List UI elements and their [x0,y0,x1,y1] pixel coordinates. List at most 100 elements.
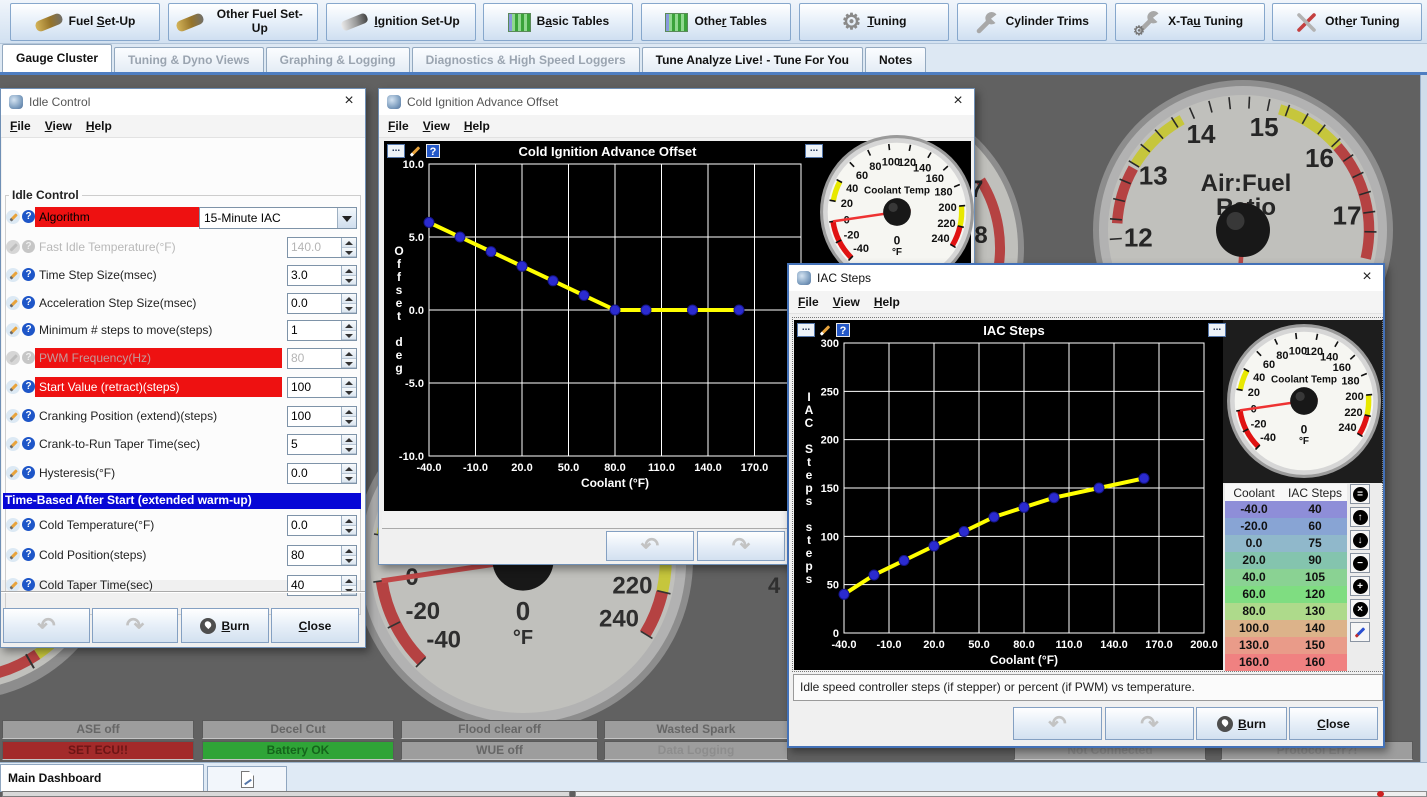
spinner-value[interactable]: 140.0 [288,238,341,257]
value-spinner[interactable]: 0.0 [287,293,357,314]
chart-options-button[interactable]: ... [387,144,405,158]
value-spinner[interactable]: 5 [287,434,357,455]
menu-help[interactable]: Help [459,117,499,135]
burn-button[interactable]: Burn [181,608,269,643]
tab-tuning-dyno-views[interactable]: Tuning & Dyno Views [114,47,264,72]
chart-edit-pencil-icon[interactable] [817,323,833,337]
spinner-value[interactable]: 0.0 [288,464,341,483]
spinner-up-icon[interactable] [342,435,356,445]
chart-edit-pencil-icon[interactable] [407,144,423,158]
chart-options-button-right[interactable]: ... [1208,323,1226,337]
value-spinner[interactable]: 3.0 [287,265,357,286]
spinner-value[interactable]: 1 [288,321,341,340]
value-spinner[interactable]: 140.0 [287,237,357,258]
close-button[interactable]: Close [271,608,359,643]
redo-button[interactable]: ↷ [697,531,785,561]
table-row[interactable]: 20.090 [1225,552,1347,569]
spinner-down-icon[interactable] [342,388,356,398]
table-equals-button[interactable]: = [1350,484,1370,504]
spinner-down-icon[interactable] [342,526,356,536]
vertical-scrollbar[interactable] [1420,75,1427,762]
algorithm-select[interactable]: 15-Minute IAC [199,207,357,229]
spinner-up-icon[interactable] [342,238,356,248]
window-title-bar[interactable]: Cold Ignition Advance Offset × [379,89,974,115]
spinner-down-icon[interactable] [342,474,356,484]
chart-help-button[interactable]: ? [426,144,440,158]
menu-view[interactable]: View [828,293,869,311]
tab-diagnostics-high-speed-loggers[interactable]: Diagnostics & High Speed Loggers [412,47,640,72]
tab-main-dashboard[interactable]: Main Dashboard [0,764,204,792]
close-button[interactable]: Close [1289,707,1378,740]
spinner-value[interactable]: 0.0 [288,516,341,535]
spinner-down-icon[interactable] [342,276,356,286]
spinner-down-icon[interactable] [342,556,356,566]
redo-button[interactable]: ↷ [92,608,178,643]
redo-button[interactable]: ↷ [1105,707,1194,740]
table-down-button[interactable]: ↓ [1350,530,1370,550]
spinner-value[interactable]: 100 [288,407,341,426]
window-title-bar[interactable]: Idle Control × [1,89,365,115]
spinner-value[interactable]: 80 [288,546,341,565]
close-icon[interactable]: × [1359,270,1375,286]
undo-button[interactable]: ↶ [1013,707,1102,740]
menu-file[interactable]: File [5,117,40,135]
spinner-down-icon[interactable] [342,359,356,369]
menu-help[interactable]: Help [869,293,909,311]
menu-help[interactable]: Help [81,117,121,135]
value-spinner[interactable]: 100 [287,377,357,398]
toolbar-button-other-tuning[interactable]: Other Tuning [1272,3,1422,41]
table-pencil-button[interactable] [1350,622,1370,642]
table-minus-button[interactable]: − [1350,553,1370,573]
value-spinner[interactable]: 100 [287,406,357,427]
table-row[interactable]: 160.0160 [1225,654,1347,671]
table-row[interactable]: 40.0105 [1225,569,1347,586]
spinner-up-icon[interactable] [342,266,356,276]
table-plus-button[interactable]: + [1350,576,1370,596]
value-spinner[interactable]: 1 [287,320,357,341]
value-spinner[interactable]: 80 [287,348,357,369]
table-row[interactable]: 100.0140 [1225,620,1347,637]
spinner-up-icon[interactable] [342,576,356,586]
undo-button[interactable]: ↶ [3,608,90,643]
burn-button[interactable]: Burn [1196,707,1287,740]
spinner-up-icon[interactable] [342,464,356,474]
menu-view[interactable]: View [418,117,459,135]
toolbar-button-other-fuel-set-up[interactable]: Other Fuel Set-Up [168,3,318,41]
spinner-up-icon[interactable] [342,349,356,359]
spinner-down-icon[interactable] [342,248,356,258]
new-dashboard-tab[interactable] [207,766,287,792]
spinner-up-icon[interactable] [342,321,356,331]
chevron-down-icon[interactable] [337,208,356,228]
table-row[interactable]: 80.0130 [1225,603,1347,620]
table-row[interactable]: 60.0120 [1225,586,1347,603]
spinner-down-icon[interactable] [342,304,356,314]
toolbar-button-ignition-set-up[interactable]: Ignition Set-Up [326,3,476,41]
undo-button[interactable]: ↶ [606,531,694,561]
spinner-value[interactable]: 5 [288,435,341,454]
tab-gauge-cluster[interactable]: Gauge Cluster [2,44,112,72]
tab-notes[interactable]: Notes [865,47,926,72]
spinner-up-icon[interactable] [342,407,356,417]
table-up-button[interactable]: ↑ [1350,507,1370,527]
close-icon[interactable]: × [341,94,357,110]
menu-file[interactable]: File [793,293,828,311]
tab-graphing-logging[interactable]: Graphing & Logging [266,47,410,72]
close-icon[interactable]: × [950,94,966,110]
table-row[interactable]: -20.060 [1225,518,1347,535]
spinner-up-icon[interactable] [342,294,356,304]
spinner-up-icon[interactable] [342,546,356,556]
toolbar-button-x-tau-tuning[interactable]: ⚙X-Tau Tuning [1115,3,1265,41]
toolbar-button-cylinder-trims[interactable]: Cylinder Trims [957,3,1107,41]
value-spinner[interactable]: 80 [287,545,357,566]
toolbar-button-fuel-set-up[interactable]: Fuel Set-Up [10,3,160,41]
spinner-up-icon[interactable] [342,378,356,388]
chart-plot[interactable]: -40.0-10.020.050.080.0110.0140.0170.0200… [794,320,1223,670]
spinner-down-icon[interactable] [342,417,356,427]
table-row[interactable]: 130.0150 [1225,637,1347,654]
spinner-value[interactable]: 3.0 [288,266,341,285]
value-spinner[interactable]: 0.0 [287,463,357,484]
table-close-button[interactable]: × [1350,599,1370,619]
value-spinner[interactable]: 0.0 [287,515,357,536]
spinner-value[interactable]: 80 [288,349,341,368]
iac-steps-table[interactable]: CoolantIAC Steps-40.040-20.0600.07520.09… [1225,484,1347,671]
